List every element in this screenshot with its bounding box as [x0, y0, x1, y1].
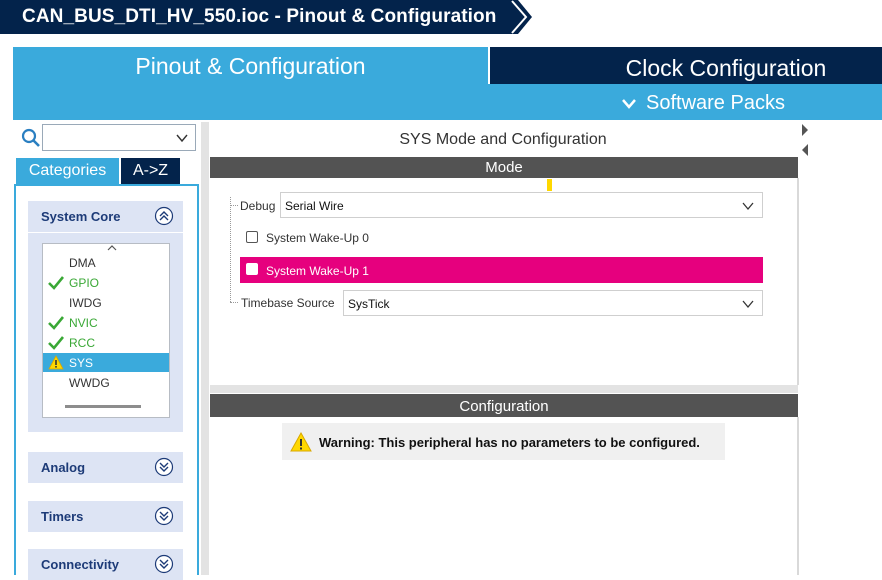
- panel-splitter[interactable]: [201, 122, 209, 575]
- list-item-sys[interactable]: SYS: [43, 353, 169, 372]
- check-icon: [48, 316, 64, 330]
- mode-panel-title: SYS Mode and Configuration: [399, 131, 607, 148]
- warning-icon: [48, 355, 64, 370]
- group-timers[interactable]: Timers: [28, 501, 183, 532]
- warning-text: Warning: This peripheral has no paramete…: [319, 435, 700, 450]
- window-title: CAN_BUS_DTI_HV_550.ioc - Pinout & Config…: [22, 6, 497, 27]
- chevron-double-up-icon[interactable]: [154, 206, 174, 226]
- chevron-up-icon[interactable]: [106, 244, 118, 252]
- configuration-section-header: Configuration: [210, 394, 798, 417]
- splitter-marker: [547, 179, 552, 191]
- tab-categories[interactable]: Categories: [16, 158, 119, 184]
- check-icon: [48, 276, 64, 290]
- tab-pinout-configuration[interactable]: Pinout & Configuration: [13, 47, 488, 84]
- search-combo[interactable]: [42, 124, 196, 151]
- section-splitter[interactable]: [210, 385, 798, 393]
- tree-line: [230, 197, 231, 302]
- group-label: System Core: [41, 209, 121, 224]
- search-icon[interactable]: [21, 128, 41, 148]
- chevron-double-down-icon[interactable]: [154, 506, 174, 526]
- tab-clock-configuration[interactable]: Clock Configuration: [490, 47, 882, 84]
- wakeup1-label: System Wake-Up 1: [266, 264, 369, 278]
- wakeup0-checkbox[interactable]: [246, 231, 258, 243]
- chevron-down-icon[interactable]: [742, 201, 754, 211]
- list-item-rcc[interactable]: RCC: [43, 333, 169, 352]
- panel-collapse-handle[interactable]: [801, 122, 809, 162]
- check-icon: [48, 336, 64, 350]
- tab-a-to-z[interactable]: A->Z: [121, 158, 180, 184]
- list-item-nvic[interactable]: NVIC: [43, 313, 169, 332]
- panel-border: [797, 178, 799, 385]
- breadcrumb-arrow-icon: [508, 0, 532, 34]
- tree-line: [230, 205, 238, 206]
- warning-icon: [290, 432, 312, 452]
- chevron-double-down-icon[interactable]: [154, 554, 174, 574]
- software-packs-menu[interactable]: Software Packs: [622, 92, 785, 115]
- list-item-iwdg[interactable]: IWDG: [43, 293, 169, 312]
- tree-line: [230, 302, 238, 303]
- chevron-down-icon: [622, 98, 636, 109]
- group-analog[interactable]: Analog: [28, 452, 183, 483]
- timebase-label: Timebase Source: [241, 296, 335, 310]
- mode-section-header: Mode: [210, 157, 798, 178]
- panel-border: [797, 417, 799, 575]
- group-label: Analog: [41, 460, 86, 475]
- chevron-down-icon[interactable]: [175, 131, 189, 145]
- debug-select[interactable]: Serial Wire: [280, 192, 763, 218]
- list-horizontal-scrollbar[interactable]: [65, 405, 141, 408]
- group-system-core[interactable]: System Core: [28, 201, 183, 232]
- group-label: Connectivity: [41, 557, 120, 572]
- wakeup1-checkbox[interactable]: [246, 263, 258, 275]
- group-label: Timers: [41, 509, 84, 524]
- software-packs-label: Software Packs: [646, 92, 785, 114]
- group-connectivity[interactable]: Connectivity: [28, 549, 183, 580]
- timebase-select[interactable]: SysTick: [343, 290, 763, 316]
- list-item-wwdg[interactable]: WWDG: [43, 373, 169, 392]
- chevron-down-icon[interactable]: [742, 299, 754, 309]
- debug-label: Debug: [240, 199, 276, 213]
- wakeup0-label: System Wake-Up 0: [266, 231, 369, 245]
- list-item-dma[interactable]: DMA: [43, 253, 169, 272]
- system-core-list[interactable]: DMA GPIO IWDG NVIC RCC SYS WWDG: [42, 243, 170, 418]
- list-item-gpio[interactable]: GPIO: [43, 273, 169, 292]
- chevron-double-down-icon[interactable]: [154, 457, 174, 477]
